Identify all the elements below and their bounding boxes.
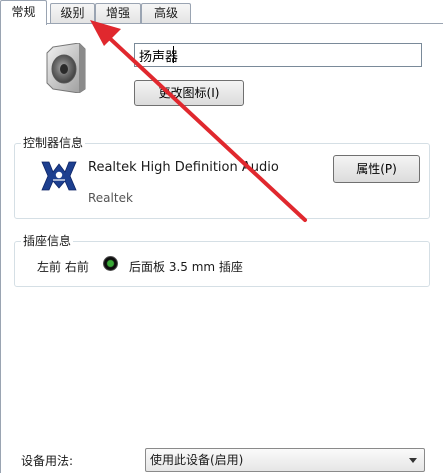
change-icon-button[interactable]: 更改图标(I) — [134, 80, 244, 106]
speaker-icon — [43, 42, 87, 94]
tab-general[interactable]: 常规 — [0, 0, 47, 25]
jack-description: 后面板 3.5 mm 插座 — [129, 260, 243, 274]
jack-position: 左前 右前 — [37, 260, 89, 274]
realtek-logo-icon — [39, 158, 79, 194]
chevron-down-icon — [409, 458, 417, 463]
tab-strip: 常规 级别 增强 高级 — [0, 0, 443, 25]
tab-advanced[interactable]: 高级 — [141, 3, 191, 23]
controller-device-name: Realtek High Definition Audio — [88, 160, 279, 175]
properties-button[interactable]: 属性(P) — [333, 155, 420, 183]
device-name-field[interactable] — [134, 43, 422, 67]
device-usage-select[interactable]: 使用此设备(启用) — [145, 448, 425, 472]
device-usage-label: 设备用法: — [21, 454, 74, 468]
tab-enhancements[interactable]: 增强 — [95, 3, 141, 23]
green-jack-icon — [103, 256, 118, 271]
controller-info-legend: 控制器信息 — [21, 134, 86, 151]
jack-info-legend: 插座信息 — [21, 232, 74, 249]
text-caret — [173, 46, 174, 63]
device-usage-value: 使用此设备(启用) — [150, 453, 244, 467]
controller-vendor: Realtek — [88, 191, 133, 205]
tab-levels[interactable]: 级别 — [50, 3, 95, 23]
